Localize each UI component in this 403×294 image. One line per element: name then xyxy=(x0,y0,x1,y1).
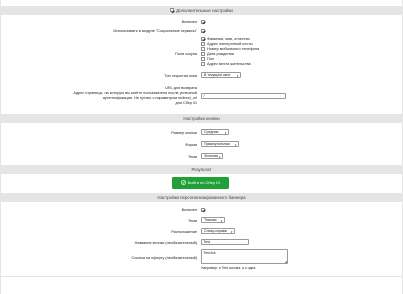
button-size-select[interactable]: Средняя ▾ xyxy=(201,128,229,135)
social-module-checkbox[interactable] xyxy=(201,28,205,33)
chevron-down-icon: ▾ xyxy=(218,154,221,159)
banner-position-label: Расположение xyxy=(171,230,197,234)
window-type-value: В текущем окне xyxy=(204,73,231,77)
chevron-down-icon: ▾ xyxy=(236,74,239,79)
banner-title-input[interactable]: Test xyxy=(201,238,249,245)
section-header-banner: Настройки персонализированного баннера xyxy=(0,193,403,202)
enabled-label: Включен xyxy=(181,20,197,24)
offer-link-textarea[interactable]: Test link xyxy=(201,249,288,264)
section-header-button: Настройка кнопки xyxy=(0,114,403,123)
button-shape-value: Прямоугольная xyxy=(204,141,230,146)
scope-field-checkbox[interactable] xyxy=(201,51,205,56)
banner-enabled-label: Включен xyxy=(181,208,197,212)
social-module-label: Использовать в модуле "Социальные сервис… xyxy=(113,29,197,33)
chevron-down-icon: ▾ xyxy=(230,229,233,234)
redirect-url-input[interactable]: / xyxy=(201,93,286,99)
redirect-help-line: Адрес страницы, на которую вы шлёте поль… xyxy=(73,91,197,95)
section-header-additional[interactable]: Дополнительные настройки xyxy=(0,6,403,15)
section-title-additional: Дополнительные настройки xyxy=(176,8,233,13)
offer-link-note: Например: в Test ссылка, а о одна. xyxy=(201,266,257,270)
enabled-checkbox[interactable] xyxy=(201,19,205,24)
section-title-button: Настройка кнопки xyxy=(183,116,220,121)
button-size-label: Размер кнопки xyxy=(171,131,197,135)
scope-field-label: Фамилия, имя, отчество xyxy=(207,37,250,41)
scope-field-checkbox[interactable] xyxy=(201,41,205,46)
button-theme-label: Тема xyxy=(188,155,197,159)
button-theme-value: Зеленая xyxy=(204,153,219,158)
banner-position-select[interactable]: Снизу-справа ▾ xyxy=(201,227,235,234)
banner-enabled-checkbox[interactable] xyxy=(201,207,205,212)
window-type-select[interactable]: В текущем окне ▾ xyxy=(201,72,241,78)
banner-theme-label: Тема xyxy=(188,219,197,223)
scope-field-label: Адрес места жительства xyxy=(207,62,251,66)
sber-logo-icon xyxy=(180,180,186,185)
scope-field-checkbox[interactable] xyxy=(201,56,205,61)
redirect-help-line: для Сбер ID xyxy=(175,101,198,105)
scope-field-checkbox[interactable] xyxy=(201,36,205,41)
chevron-down-icon: ▾ xyxy=(234,142,237,147)
banner-position-value: Снизу-справа xyxy=(204,228,227,233)
button-shape-label: Форма xyxy=(185,143,197,147)
banner-theme-select[interactable]: Темная ▾ xyxy=(201,216,225,223)
bottom-divider xyxy=(0,276,403,277)
banner-theme-value: Темная xyxy=(204,217,217,222)
scope-field-checkbox[interactable] xyxy=(201,61,205,66)
button-theme-select[interactable]: Зеленая ▾ xyxy=(201,152,223,159)
scope-fields-label: Поля скоупа xyxy=(175,52,197,56)
offer-link-label: Ссылка на оферту (необязательный) xyxy=(131,256,197,260)
scope-field-checkbox[interactable] xyxy=(201,46,205,51)
button-shape-select[interactable]: Прямоугольная ▾ xyxy=(201,140,239,147)
redirect-help-line: аутентификации. Не путать с параметром r… xyxy=(102,96,197,100)
scope-field-label: Адрес электронной почты xyxy=(207,42,253,46)
scope-field-label: Пол xyxy=(207,57,214,61)
window-type-label: Тип открытия окна xyxy=(164,74,197,78)
section-title-result: Результат xyxy=(191,167,212,172)
offer-link-value: Test link xyxy=(203,251,216,255)
sber-button-label: Войти по Сбер ID xyxy=(187,180,221,185)
collapse-checkbox-icon[interactable] xyxy=(170,8,175,13)
chevron-down-icon: ▾ xyxy=(220,218,223,223)
section-title-banner: Настройки персонализированного баннера xyxy=(157,195,246,200)
resize-handle-icon[interactable] xyxy=(284,260,287,263)
button-size-value: Средняя xyxy=(204,129,219,134)
sber-id-login-button[interactable]: Войти по Сбер ID xyxy=(172,177,229,189)
section-header-result: Результат xyxy=(0,165,403,174)
scope-field-label: Дата рождения xyxy=(207,52,234,56)
scope-field-label: Номер мобильного телефона xyxy=(207,47,260,51)
chevron-down-icon: ▾ xyxy=(224,130,227,135)
return-url-label: URL для возврата xyxy=(165,86,197,90)
banner-title-label: Название кнопки (необязательный) xyxy=(134,241,197,245)
